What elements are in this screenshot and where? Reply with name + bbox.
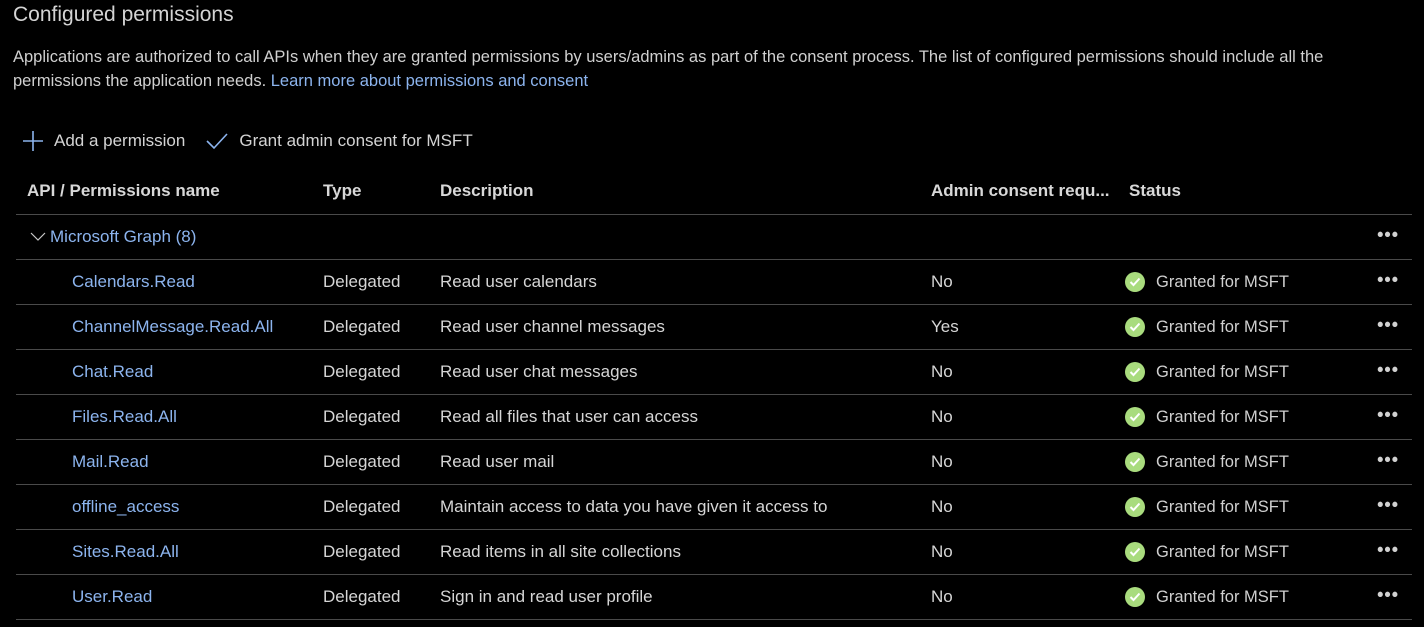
permission-description: Read user channel messages (440, 317, 665, 336)
permission-type: Delegated (323, 362, 401, 381)
column-header-admin-consent[interactable]: Admin consent requ... (920, 181, 1120, 201)
permissions-table: API / Permissions name Type Description … (16, 168, 1412, 620)
admin-consent-required: No (931, 452, 953, 471)
permission-description: Read items in all site collections (440, 542, 681, 561)
table-row: Chat.Read Delegated Read user chat messa… (16, 350, 1412, 395)
permission-name-link[interactable]: Chat.Read (72, 362, 153, 381)
ellipsis-icon[interactable]: ••• (1377, 494, 1399, 515)
grant-admin-consent-label: Grant admin consent for MSFT (239, 131, 473, 150)
plus-icon (23, 131, 43, 151)
ellipsis-icon[interactable]: ••• (1377, 314, 1399, 335)
permission-type: Delegated (323, 452, 401, 471)
check-circle-icon (1125, 317, 1145, 337)
admin-consent-required: No (931, 407, 953, 426)
ellipsis-icon[interactable]: ••• (1377, 539, 1399, 560)
permission-name-link[interactable]: Sites.Read.All (72, 542, 179, 561)
admin-consent-required: No (931, 272, 953, 291)
status-cell: Granted for MSFT (1120, 587, 1412, 607)
admin-consent-required: No (931, 497, 953, 516)
admin-consent-required: Yes (931, 317, 959, 336)
ellipsis-icon[interactable]: ••• (1377, 359, 1399, 380)
status-cell: Granted for MSFT (1120, 542, 1412, 562)
chevron-down-icon[interactable] (30, 232, 46, 242)
ellipsis-icon[interactable]: ••• (1377, 404, 1399, 425)
status-text: Granted for MSFT (1156, 317, 1289, 336)
permission-description: Read all files that user can access (440, 407, 698, 426)
status-text: Granted for MSFT (1156, 452, 1289, 471)
status-cell: Granted for MSFT (1120, 317, 1412, 337)
add-permission-button[interactable]: Add a permission (22, 130, 185, 152)
toolbar: Add a permission Grant admin consent for… (22, 126, 493, 156)
permission-name-link[interactable]: offline_access (72, 497, 179, 516)
permission-description: Maintain access to data you have given i… (440, 497, 828, 516)
permission-type: Delegated (323, 407, 401, 426)
check-circle-icon (1125, 497, 1145, 517)
status-cell: Granted for MSFT (1120, 497, 1412, 517)
column-header-status[interactable]: Status (1120, 181, 1412, 201)
ellipsis-icon[interactable]: ••• (1377, 269, 1399, 290)
ellipsis-icon[interactable]: ••• (1377, 224, 1399, 245)
permission-name-link[interactable]: Calendars.Read (72, 272, 195, 291)
permission-type: Delegated (323, 272, 401, 291)
status-text: Granted for MSFT (1156, 497, 1289, 516)
checkmark-icon (206, 133, 228, 150)
permission-name-link[interactable]: Mail.Read (72, 452, 149, 471)
add-permission-label: Add a permission (54, 131, 186, 150)
table-row: ChannelMessage.Read.All Delegated Read u… (16, 305, 1412, 350)
table-row: Sites.Read.All Delegated Read items in a… (16, 530, 1412, 575)
check-circle-icon (1125, 452, 1145, 472)
check-circle-icon (1125, 362, 1145, 382)
group-label[interactable]: Microsoft Graph (8) (50, 227, 196, 247)
permission-name-link[interactable]: Files.Read.All (72, 407, 177, 426)
table-row: Files.Read.All Delegated Read all files … (16, 395, 1412, 440)
table-row: User.Read Delegated Sign in and read use… (16, 575, 1412, 620)
table-header-row: API / Permissions name Type Description … (16, 168, 1412, 215)
admin-consent-required: No (931, 362, 953, 381)
table-row: offline_access Delegated Maintain access… (16, 485, 1412, 530)
status-text: Granted for MSFT (1156, 272, 1289, 291)
permission-type: Delegated (323, 587, 401, 606)
table-row: Mail.Read Delegated Read user mail No Gr… (16, 440, 1412, 485)
column-header-name[interactable]: API / Permissions name (16, 181, 312, 201)
status-cell: Granted for MSFT (1120, 272, 1412, 292)
permission-name-link[interactable]: ChannelMessage.Read.All (72, 317, 273, 336)
description-text: Applications are authorized to call APIs… (13, 48, 1324, 90)
column-header-description[interactable]: Description (424, 181, 920, 201)
learn-more-link[interactable]: Learn more about permissions and consent (271, 72, 588, 90)
permission-description: Read user chat messages (440, 362, 638, 381)
permission-name-link[interactable]: User.Read (72, 587, 152, 606)
status-cell: Granted for MSFT (1120, 407, 1412, 427)
group-row-microsoft-graph[interactable]: Microsoft Graph (8) ••• (16, 215, 1412, 260)
permission-description: Read user mail (440, 452, 555, 471)
permission-type: Delegated (323, 542, 401, 561)
check-circle-icon (1125, 587, 1145, 607)
permission-type: Delegated (323, 497, 401, 516)
status-text: Granted for MSFT (1156, 542, 1289, 561)
permission-description: Sign in and read user profile (440, 587, 653, 606)
permission-type: Delegated (323, 317, 401, 336)
ellipsis-icon[interactable]: ••• (1377, 584, 1399, 605)
check-circle-icon (1125, 542, 1145, 562)
status-text: Granted for MSFT (1156, 407, 1289, 426)
admin-consent-required: No (931, 542, 953, 561)
permission-description: Read user calendars (440, 272, 597, 291)
page-description: Applications are authorized to call APIs… (13, 45, 1413, 93)
column-header-type[interactable]: Type (312, 181, 424, 201)
grant-admin-consent-button[interactable]: Grant admin consent for MSFT (205, 131, 473, 151)
status-text: Granted for MSFT (1156, 362, 1289, 381)
table-row: Calendars.Read Delegated Read user calen… (16, 260, 1412, 305)
page-title: Configured permissions (13, 3, 234, 26)
check-circle-icon (1125, 407, 1145, 427)
admin-consent-required: No (931, 587, 953, 606)
ellipsis-icon[interactable]: ••• (1377, 449, 1399, 470)
status-cell: Granted for MSFT (1120, 452, 1412, 472)
check-circle-icon (1125, 272, 1145, 292)
status-text: Granted for MSFT (1156, 587, 1289, 606)
status-cell: Granted for MSFT (1120, 362, 1412, 382)
